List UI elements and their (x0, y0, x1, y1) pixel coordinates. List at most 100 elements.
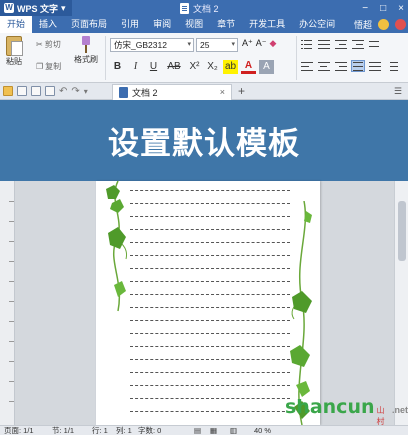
font-size-select[interactable]: 25 ▾ (196, 38, 238, 52)
cut-label: 剪切 (44, 40, 61, 49)
format-painter-label: 格式刷 (74, 55, 98, 64)
clipboard-icon (6, 36, 23, 56)
maximize-button[interactable]: □ (380, 3, 386, 14)
highlight-button[interactable]: ab (223, 60, 238, 74)
copy-button[interactable]: ❐ 复制 (36, 61, 61, 72)
italic-button[interactable]: I (128, 60, 143, 74)
new-tab-button[interactable]: + (238, 84, 245, 98)
close-button[interactable]: × (398, 3, 404, 14)
tab-list-menu-icon[interactable]: ☰ (394, 86, 402, 97)
font-color-button[interactable]: A (241, 60, 256, 74)
banner-title: 设置默认模板 (108, 126, 300, 162)
tab-document-2[interactable]: 文档 2 × (112, 84, 232, 100)
copy-label: 复制 (45, 62, 62, 71)
menu-bar: 开始 插入 页面布局 引用 审阅 视图 章节 开发工具 办公空间 悟超 (0, 16, 408, 33)
menu-review[interactable]: 审阅 (146, 16, 178, 33)
increase-indent-icon[interactable] (351, 38, 365, 50)
paste-label: 粘贴 (6, 57, 22, 66)
app-name: WPS 文字 (17, 3, 59, 14)
ribbon: 粘贴 ✂ 剪切 ❐ 复制 格式刷 仿宋_GB2312 ▾ 25 ▾ A⁺ A⁻ … (0, 33, 408, 83)
decrease-indent-icon[interactable] (334, 38, 348, 50)
vertical-ruler (0, 181, 15, 425)
status-section: 节: 1/1 (52, 426, 75, 435)
menu-home[interactable]: 开始 (0, 16, 33, 33)
title-bar: W WPS 文字 ▾ 文档 2 − □ × (0, 0, 408, 16)
brush-icon (79, 36, 93, 54)
chevron-down-icon[interactable]: ▾ (84, 87, 88, 96)
tab-document-label: 文档 2 (132, 88, 158, 98)
grow-font-button[interactable]: A⁺ (242, 38, 253, 49)
title-banner: 设置默认模板 (0, 100, 408, 181)
print-preview-icon[interactable] (45, 86, 55, 96)
watermark-tld: .net (391, 405, 408, 415)
document-tab-bar: ↶ ↷ ▾ 文档 2 × + ☰ (0, 83, 408, 100)
line-spacing-icon[interactable] (385, 60, 399, 72)
document-page[interactable] (96, 181, 320, 425)
menu-page-layout[interactable]: 页面布局 (64, 16, 114, 33)
document-area (0, 181, 408, 425)
bold-button[interactable]: B (110, 60, 125, 74)
align-center-icon[interactable] (317, 60, 331, 72)
page-view-icon[interactable]: ▤ (194, 426, 201, 435)
copy-icon: ❐ (36, 62, 44, 71)
chevron-down-icon: ▾ (187, 41, 191, 48)
vine-decoration-left-icon (106, 181, 127, 312)
window-title: 文档 2 (180, 0, 219, 16)
save-icon[interactable] (17, 86, 27, 96)
format-painter-button[interactable]: 格式刷 (74, 36, 98, 65)
bullet-list-icon[interactable] (300, 38, 314, 50)
open-folder-icon[interactable] (3, 86, 13, 96)
status-bar: 页面: 1/1 节: 1/1 行: 1 列: 1 字数: 0 ▤ ▦ ▥ 40 … (0, 425, 408, 435)
zoom-level[interactable]: 40 % (254, 426, 271, 435)
strikethrough-button[interactable]: AB (164, 60, 184, 74)
scrollbar-thumb[interactable] (398, 201, 406, 261)
close-tab-button[interactable]: × (220, 87, 225, 97)
document-icon (119, 87, 128, 98)
wps-logo-icon: W (4, 3, 14, 13)
redo-icon[interactable]: ↷ (71, 86, 79, 97)
numbered-list-icon[interactable] (317, 38, 331, 50)
chevron-down-icon: ▾ (61, 2, 66, 13)
distributed-align-icon[interactable] (368, 60, 382, 72)
menu-developer[interactable]: 开发工具 (242, 16, 292, 33)
menu-chapter[interactable]: 章节 (210, 16, 242, 33)
align-right-icon[interactable] (334, 60, 348, 72)
clear-format-icon[interactable]: ◆ (270, 38, 277, 49)
divider (105, 36, 106, 80)
app-menu-button[interactable]: W WPS 文字 ▾ (0, 0, 72, 16)
char-shading-button[interactable]: A (259, 60, 274, 74)
sort-icon[interactable] (368, 38, 382, 50)
vertical-scrollbar[interactable] (394, 181, 408, 425)
underline-button[interactable]: U (146, 60, 161, 74)
scissors-icon: ✂ (36, 40, 43, 49)
subscript-button[interactable]: X₂ (205, 60, 220, 74)
shrink-font-button[interactable]: A⁻ (256, 38, 267, 49)
undo-icon[interactable]: ↶ (59, 86, 67, 97)
help-icon[interactable] (395, 19, 406, 30)
vine-decoration-right-icon (290, 201, 312, 425)
site-watermark: shancun 山村 .net (285, 396, 408, 426)
status-row: 行: 1 (92, 426, 108, 435)
chevron-down-icon: ▾ (231, 41, 235, 48)
justify-icon[interactable] (351, 60, 365, 72)
menu-view[interactable]: 视图 (178, 16, 210, 33)
paste-button[interactable]: 粘贴 (6, 36, 23, 67)
menu-references[interactable]: 引用 (114, 16, 146, 33)
outline-view-icon[interactable]: ▦ (210, 426, 217, 435)
skin-icon[interactable] (378, 19, 389, 30)
minimize-button[interactable]: − (362, 3, 368, 14)
font-size-value: 25 (200, 40, 210, 50)
user-name[interactable]: 悟超 (354, 18, 372, 31)
watermark-sub: 山村 (376, 406, 385, 426)
cut-button[interactable]: ✂ 剪切 (36, 39, 61, 50)
menu-office-space[interactable]: 办公空间 (292, 16, 342, 33)
print-icon[interactable] (31, 86, 41, 96)
web-view-icon[interactable]: ▥ (230, 426, 237, 435)
align-left-icon[interactable] (300, 60, 314, 72)
menu-insert[interactable]: 插入 (32, 16, 64, 33)
superscript-button[interactable]: X² (187, 60, 202, 74)
quick-access-toolbar: ↶ ↷ ▾ (0, 86, 88, 97)
status-words: 字数: 0 (138, 426, 162, 435)
font-name-select[interactable]: 仿宋_GB2312 ▾ (110, 38, 194, 52)
status-col: 列: 1 (116, 426, 132, 435)
